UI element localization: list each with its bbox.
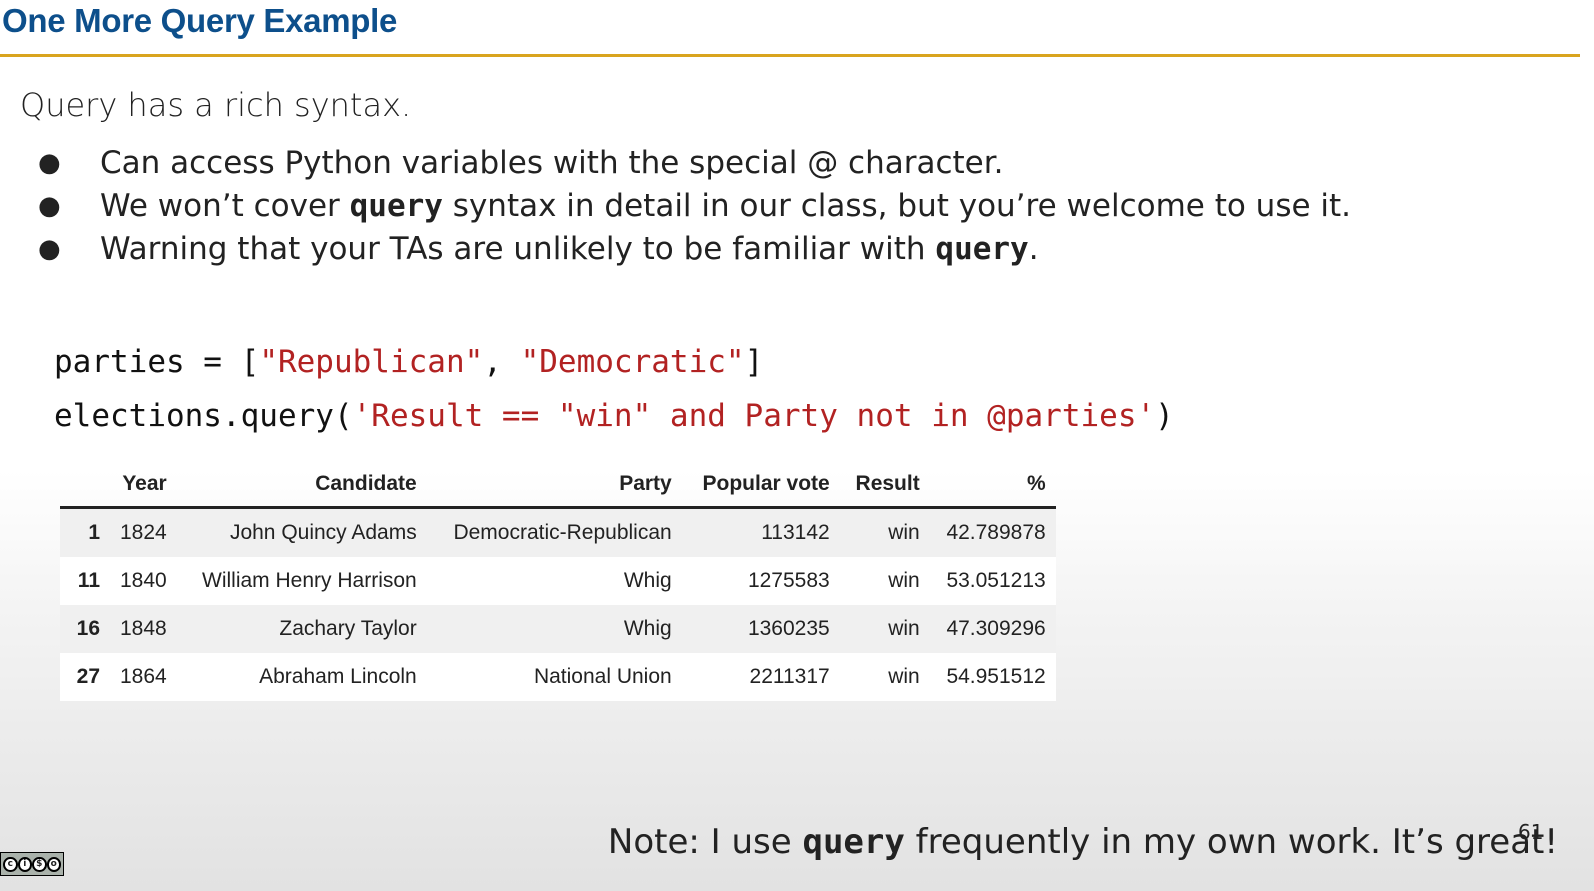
attribution-icon: i (17, 856, 32, 872)
cell-percent: 53.051213 (929, 557, 1056, 605)
cell-result: win (839, 557, 930, 605)
code-line-parties: parties = ["Republican", "Democratic"] (54, 344, 764, 380)
cc-icon: c (3, 856, 18, 872)
cell-popular-vote: 113142 (681, 507, 840, 557)
table-row: 27 1864 Abraham Lincoln National Union 2… (60, 653, 1056, 701)
cell-percent: 42.789878 (929, 507, 1056, 557)
cell-candidate: Abraham Lincoln (176, 653, 427, 701)
inline-code: query (349, 188, 443, 224)
header-party: Party (426, 462, 682, 509)
header-candidate: Candidate (176, 462, 427, 509)
cell-candidate: John Quincy Adams (176, 507, 427, 557)
cell-popular-vote: 1275583 (681, 557, 840, 605)
creative-commons-license-icon: c i $ o (0, 852, 64, 876)
title-divider (0, 54, 1580, 57)
table-row: 1 1824 John Quincy Adams Democratic-Repu… (60, 507, 1056, 557)
noncommercial-icon: $ (32, 856, 47, 872)
cell-party: Whig (426, 557, 682, 605)
header-year: Year (110, 462, 177, 509)
inline-code: query (802, 822, 905, 862)
bullet-dot-icon: ● (38, 148, 61, 178)
cell-party: Democratic-Republican (426, 507, 682, 557)
cell-percent: 47.309296 (929, 605, 1056, 653)
cell-year: 1824 (110, 507, 177, 557)
header-result: Result (839, 462, 930, 509)
row-index: 1 (60, 507, 110, 557)
row-index: 11 (60, 557, 110, 605)
bullet-text: Can access Python variables with the spe… (100, 145, 1004, 181)
bullet-text: We won’t cover query syntax in detail in… (100, 188, 1352, 224)
slide-title: One More Query Example (2, 2, 398, 39)
cell-year: 1840 (110, 557, 177, 605)
table-header-row: Year Candidate Party Popular vote Result… (60, 462, 1056, 509)
header-percent: % (929, 462, 1056, 509)
footer-note: Note: I use query frequently in my own w… (607, 822, 1558, 862)
cell-popular-vote: 2211317 (681, 653, 840, 701)
cell-result: win (839, 605, 930, 653)
cell-party: Whig (426, 605, 682, 653)
code-line-query: elections.query('Result == "win" and Par… (54, 398, 1174, 434)
row-index: 16 (60, 605, 110, 653)
cell-percent: 54.951512 (929, 653, 1056, 701)
intro-text: Query has a rich syntax. (20, 86, 412, 124)
header-popular-vote: Popular vote (681, 462, 840, 509)
cell-candidate: William Henry Harrison (176, 557, 427, 605)
cell-year: 1864 (110, 653, 177, 701)
bullet-text: Warning that your TAs are unlikely to be… (100, 231, 1039, 267)
cell-result: win (839, 507, 930, 557)
result-dataframe: Year Candidate Party Popular vote Result… (60, 462, 1056, 701)
header-index (60, 462, 110, 509)
cell-popular-vote: 1360235 (681, 605, 840, 653)
page-number: 61 (1518, 820, 1544, 844)
bullet-dot-icon: ● (38, 191, 61, 221)
cell-result: win (839, 653, 930, 701)
inline-code: query (935, 231, 1029, 267)
bullet-dot-icon: ● (38, 234, 61, 264)
sharealike-icon: o (46, 856, 61, 872)
cell-year: 1848 (110, 605, 177, 653)
table-row: 16 1848 Zachary Taylor Whig 1360235 win … (60, 605, 1056, 653)
cell-candidate: Zachary Taylor (176, 605, 427, 653)
cell-party: National Union (426, 653, 682, 701)
table-row: 11 1840 William Henry Harrison Whig 1275… (60, 557, 1056, 605)
row-index: 27 (60, 653, 110, 701)
